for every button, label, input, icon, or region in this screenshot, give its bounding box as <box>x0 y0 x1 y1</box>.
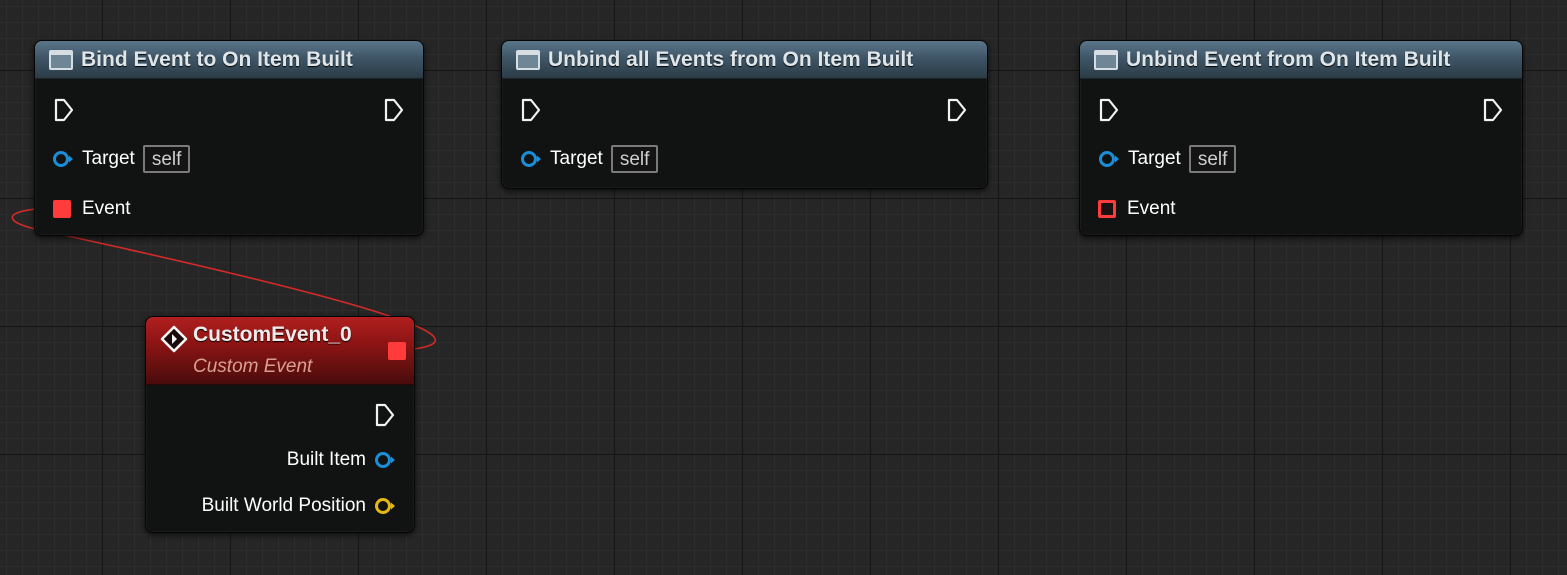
delegate-output-pin[interactable] <box>388 342 406 360</box>
blueprint-graph[interactable]: Bind Event to On Item Built Target self … <box>0 0 1567 575</box>
exec-out-pin[interactable] <box>946 98 968 122</box>
node-title: Unbind Event from On Item Built <box>1126 47 1451 71</box>
target-label: Target <box>1128 148 1181 169</box>
node-title: CustomEvent_0 <box>193 323 352 346</box>
exec-in-pin[interactable] <box>520 98 542 122</box>
object-pin-icon <box>53 151 73 167</box>
built-world-position-pin[interactable]: Built World Position <box>202 495 396 517</box>
delegate-pin-icon <box>53 200 71 218</box>
bind-event-header[interactable]: Bind Event to On Item Built <box>35 41 423 79</box>
output-label: Built Item <box>286 449 366 470</box>
target-default-value[interactable]: self <box>610 145 659 173</box>
exec-in-pin[interactable] <box>53 98 75 122</box>
event-diamond-icon <box>160 325 188 353</box>
exec-out-pin[interactable] <box>1482 98 1504 122</box>
exec-out-pin[interactable] <box>374 403 396 427</box>
node-title: Unbind all Events from On Item Built <box>548 47 914 71</box>
node-subtitle: Custom Event <box>193 356 313 377</box>
event-label: Event <box>82 198 131 219</box>
unbind-all-header[interactable]: Unbind all Events from On Item Built <box>502 41 987 79</box>
custom-event-header[interactable]: CustomEvent_0 Custom Event <box>146 317 414 385</box>
exec-out-icon <box>375 403 395 427</box>
function-icon <box>516 49 540 70</box>
object-pin-icon <box>1099 151 1119 167</box>
target-pin[interactable]: Target self <box>1098 145 1237 173</box>
unbind-event-node[interactable]: Unbind Event from On Item Built Target s… <box>1079 40 1523 236</box>
vector-pin-icon <box>375 498 395 514</box>
exec-out-icon <box>1483 98 1503 122</box>
event-label: Event <box>1127 198 1176 219</box>
exec-out-icon <box>384 98 404 122</box>
output-label: Built World Position <box>201 495 366 516</box>
target-default-value[interactable]: self <box>142 145 191 173</box>
exec-in-icon <box>521 98 541 122</box>
target-label: Target <box>82 148 135 169</box>
target-default-value[interactable]: self <box>1188 145 1237 173</box>
exec-in-icon <box>1099 98 1119 122</box>
bind-event-node[interactable]: Bind Event to On Item Built Target self … <box>34 40 424 236</box>
object-pin-icon <box>375 452 395 468</box>
custom-event-node[interactable]: CustomEvent_0 Custom Event Built Item Bu… <box>145 316 415 533</box>
event-pin[interactable]: Event <box>53 198 131 220</box>
exec-in-pin[interactable] <box>1098 98 1120 122</box>
event-pin[interactable]: Event <box>1098 198 1176 220</box>
exec-in-icon <box>54 98 74 122</box>
target-pin[interactable]: Target self <box>52 145 191 173</box>
exec-out-pin[interactable] <box>383 98 405 122</box>
target-label: Target <box>550 148 603 169</box>
function-icon <box>1094 49 1118 70</box>
unbind-event-header[interactable]: Unbind Event from On Item Built <box>1080 41 1522 79</box>
node-title: Bind Event to On Item Built <box>81 47 353 71</box>
built-item-pin[interactable]: Built Item <box>287 449 396 471</box>
object-pin-icon <box>521 151 541 167</box>
unbind-all-events-node[interactable]: Unbind all Events from On Item Built Tar… <box>501 40 988 189</box>
exec-out-icon <box>947 98 967 122</box>
target-pin[interactable]: Target self <box>520 145 659 173</box>
function-icon <box>49 49 73 70</box>
delegate-pin-icon <box>1098 200 1116 218</box>
